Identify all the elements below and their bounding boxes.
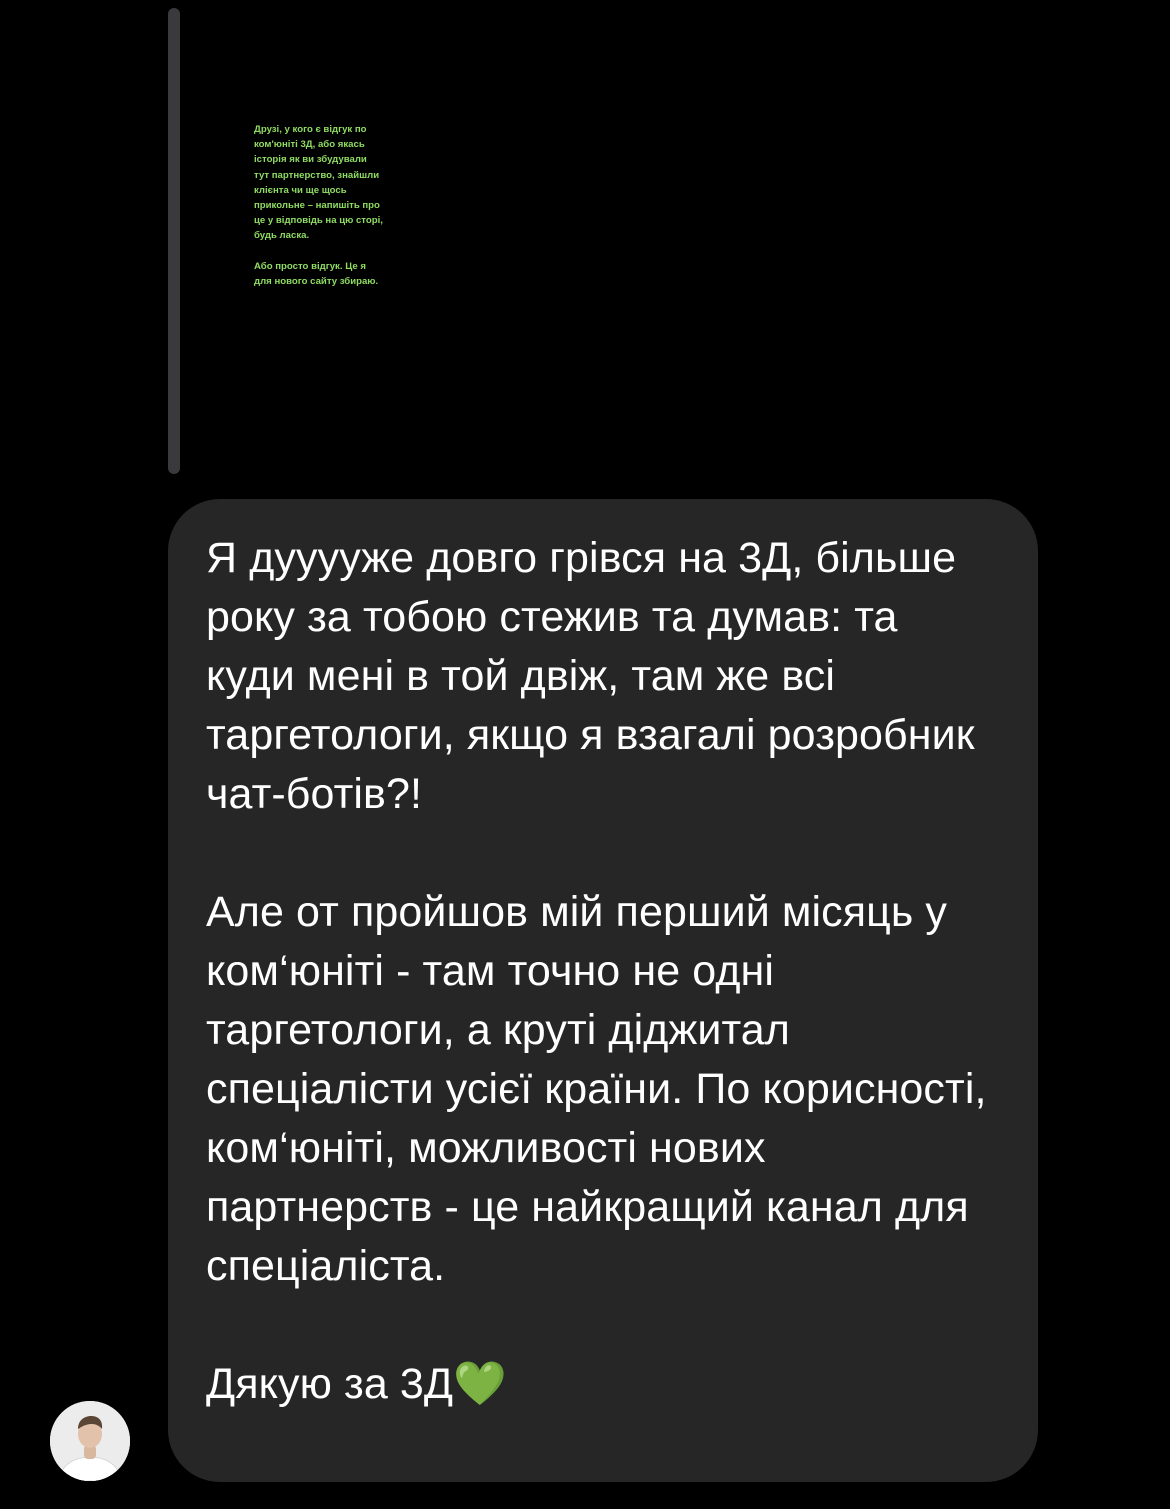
message-paragraph-2-text: Але от пройшов мій перший місяць у ком‘ю… xyxy=(206,888,999,1290)
story-preview[interactable]: Друзі, у кого є відгук по ком'юніті 3Д, … xyxy=(196,8,436,474)
message-spacer-2 xyxy=(206,1296,998,1355)
message-spacer-1 xyxy=(206,824,998,883)
story-reply-indicator-bar xyxy=(168,8,180,474)
avatar-person-icon xyxy=(50,1401,130,1481)
story-paragraph-1: Друзі, у кого є відгук по ком'юніті 3Д, … xyxy=(254,124,383,242)
message-paragraph-3-text: Дякую за 3Д xyxy=(206,1360,454,1408)
message-paragraph-1: Я дууууже довго грівся на 3Д, більше рок… xyxy=(206,529,998,824)
message-paragraph-1-text: Я дууууже довго грівся на 3Д, більше рок… xyxy=(206,534,987,818)
story-text: Друзі, у кого є відгук по ком'юніті 3Д, … xyxy=(254,122,384,289)
story-paragraph-2: Або просто відгук. Це я для нового сайту… xyxy=(254,260,379,287)
sender-avatar[interactable] xyxy=(50,1401,130,1481)
message-paragraph-3: Дякую за 3Д💚 xyxy=(206,1355,998,1414)
message-paragraph-2: Але от пройшов мій перший місяць у ком‘ю… xyxy=(206,883,998,1296)
green-heart-icon: 💚 xyxy=(453,1360,507,1408)
message-bubble[interactable]: Я дууууже довго грівся на 3Д, більше рок… xyxy=(168,499,1038,1482)
